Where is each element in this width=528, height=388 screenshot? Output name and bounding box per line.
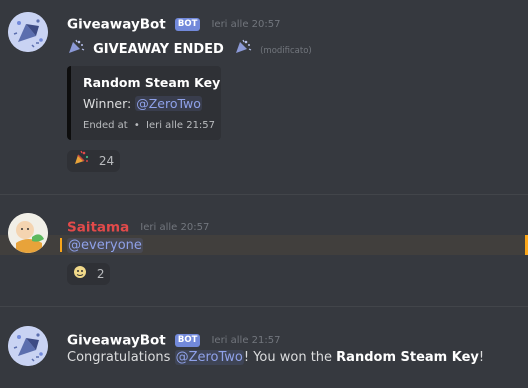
message-divider — [0, 194, 528, 195]
timestamp[interactable]: Ieri alle 20:57 — [211, 19, 280, 30]
giveawaybot-avatar-icon — [8, 326, 48, 366]
party-popper-icon — [73, 150, 89, 173]
text-suffix: ! — [478, 350, 485, 365]
message-content: @everyone — [67, 238, 143, 253]
winner-label: Winner: — [83, 96, 132, 111]
timestamp[interactable]: Ieri alle 20:57 — [140, 222, 209, 233]
confetti-icon — [67, 39, 85, 59]
avatar[interactable] — [8, 12, 48, 52]
text-prefix: Congratulations — [67, 350, 175, 365]
reaction-party-popper[interactable]: 24 — [67, 150, 121, 173]
embed-title: Random Steam Key — [83, 75, 221, 90]
saitama-avatar-icon — [8, 213, 48, 253]
text-middle: ! You won the — [243, 350, 337, 365]
username[interactable]: GiveawayBot — [67, 333, 166, 349]
edited-label: (modificato) — [260, 45, 312, 56]
reaction-count: 2 — [96, 267, 105, 281]
bot-badge: BOT — [174, 18, 201, 31]
embed-description: Winner: @ZeroTwo — [83, 96, 202, 111]
everyone-mention[interactable]: @everyone — [67, 238, 143, 253]
message-title-line: GIVEAWAY ENDED (modificato) — [67, 39, 312, 59]
prize-name: Random Steam Key — [336, 350, 479, 365]
bot-badge: BOT — [174, 334, 201, 347]
message-divider — [0, 306, 528, 307]
confetti-icon — [234, 39, 252, 59]
winner-mention[interactable]: @ZeroTwo — [135, 96, 202, 111]
message-header: Saitama Ieri alle 20:57 — [67, 217, 209, 236]
ghost-emoji-icon — [73, 264, 87, 286]
message-content: Congratulations @ZeroTwo! You won the Ra… — [67, 350, 484, 365]
reaction-count: 24 — [98, 154, 115, 168]
message-saitama: Saitama Ieri alle 20:57 @everyone 2 — [0, 213, 528, 293]
giveawaybot-avatar-icon — [8, 12, 48, 52]
username[interactable]: GiveawayBot — [67, 17, 166, 33]
avatar[interactable] — [8, 213, 48, 253]
message-header: GiveawayBot BOT Ieri alle 20:57 — [67, 14, 280, 33]
giveaway-ended-title: GIVEAWAY ENDED — [93, 41, 224, 57]
message-giveaway-ended: GiveawayBot BOT Ieri alle 20:57 GIVEAWAY… — [0, 12, 528, 182]
message-congratulations: GiveawayBot BOT Ieri alle 21:57 Congratu… — [0, 326, 528, 376]
message-header: GiveawayBot BOT Ieri alle 21:57 — [67, 330, 280, 349]
footer-time: Ieri alle 21:57 — [146, 120, 216, 131]
giveaway-embed: Random Steam Key Winner: @ZeroTwo Ended … — [67, 66, 221, 140]
timestamp[interactable]: Ieri alle 21:57 — [211, 335, 280, 346]
avatar[interactable] — [8, 326, 48, 366]
footer-label: Ended at — [83, 120, 128, 131]
embed-footer: Ended at • Ieri alle 21:57 — [83, 120, 215, 131]
reaction-ghost[interactable]: 2 — [67, 263, 111, 286]
footer-separator: • — [133, 120, 140, 131]
username[interactable]: Saitama — [67, 220, 129, 236]
winner-mention[interactable]: @ZeroTwo — [174, 350, 244, 365]
